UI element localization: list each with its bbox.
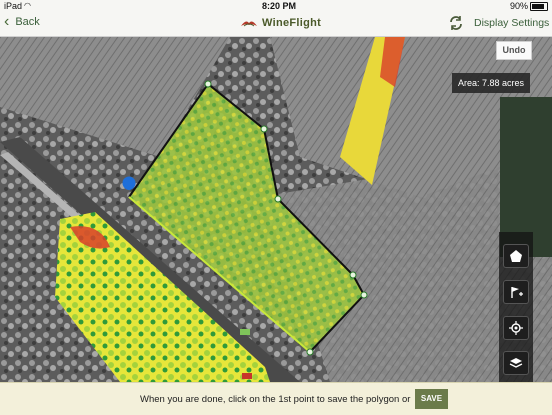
chevron-left-icon: ‹: [4, 13, 10, 30]
area-readout: Area: 7.88 acres: [452, 73, 531, 93]
wifi-icon: ◠: [24, 1, 31, 10]
status-bar: iPad ◠ 8:20 PM 90%: [0, 0, 552, 12]
back-label: Back: [15, 16, 40, 28]
status-time: 8:20 PM: [262, 1, 297, 11]
battery-icon: [530, 2, 548, 11]
battery-percent: 90%: [510, 1, 529, 11]
display-settings-button[interactable]: Display Settings: [474, 17, 549, 29]
polygon-icon: [510, 250, 522, 262]
back-button[interactable]: ‹ Back: [4, 13, 40, 30]
app-logo: WineFlight: [240, 17, 321, 29]
wing-icon: [241, 21, 257, 27]
map-view[interactable]: Undo Area: 7.88 acres: [0, 37, 552, 382]
flag-add-icon: [511, 287, 523, 298]
bottom-instruction-bar: When you are done, click on the 1st poin…: [0, 382, 552, 415]
carrier-label: iPad: [4, 1, 23, 11]
locate-me-button[interactable]: [503, 316, 529, 340]
app-name: WineFlight: [262, 17, 322, 29]
instruction-text: When you are done, click on the 1st poin…: [140, 394, 411, 405]
draw-polygon-button[interactable]: [503, 244, 529, 268]
add-flag-button[interactable]: [503, 280, 529, 304]
save-button[interactable]: SAVE: [415, 389, 448, 409]
locate-icon: [509, 321, 523, 335]
undo-button[interactable]: Undo: [496, 41, 532, 60]
nav-bar: ‹ Back WineFlight Display Settings: [0, 12, 552, 37]
refresh-icon[interactable]: [447, 14, 465, 32]
layers-icon: [509, 358, 523, 368]
map-tools-panel: [499, 232, 533, 382]
layers-button[interactable]: [503, 351, 529, 375]
